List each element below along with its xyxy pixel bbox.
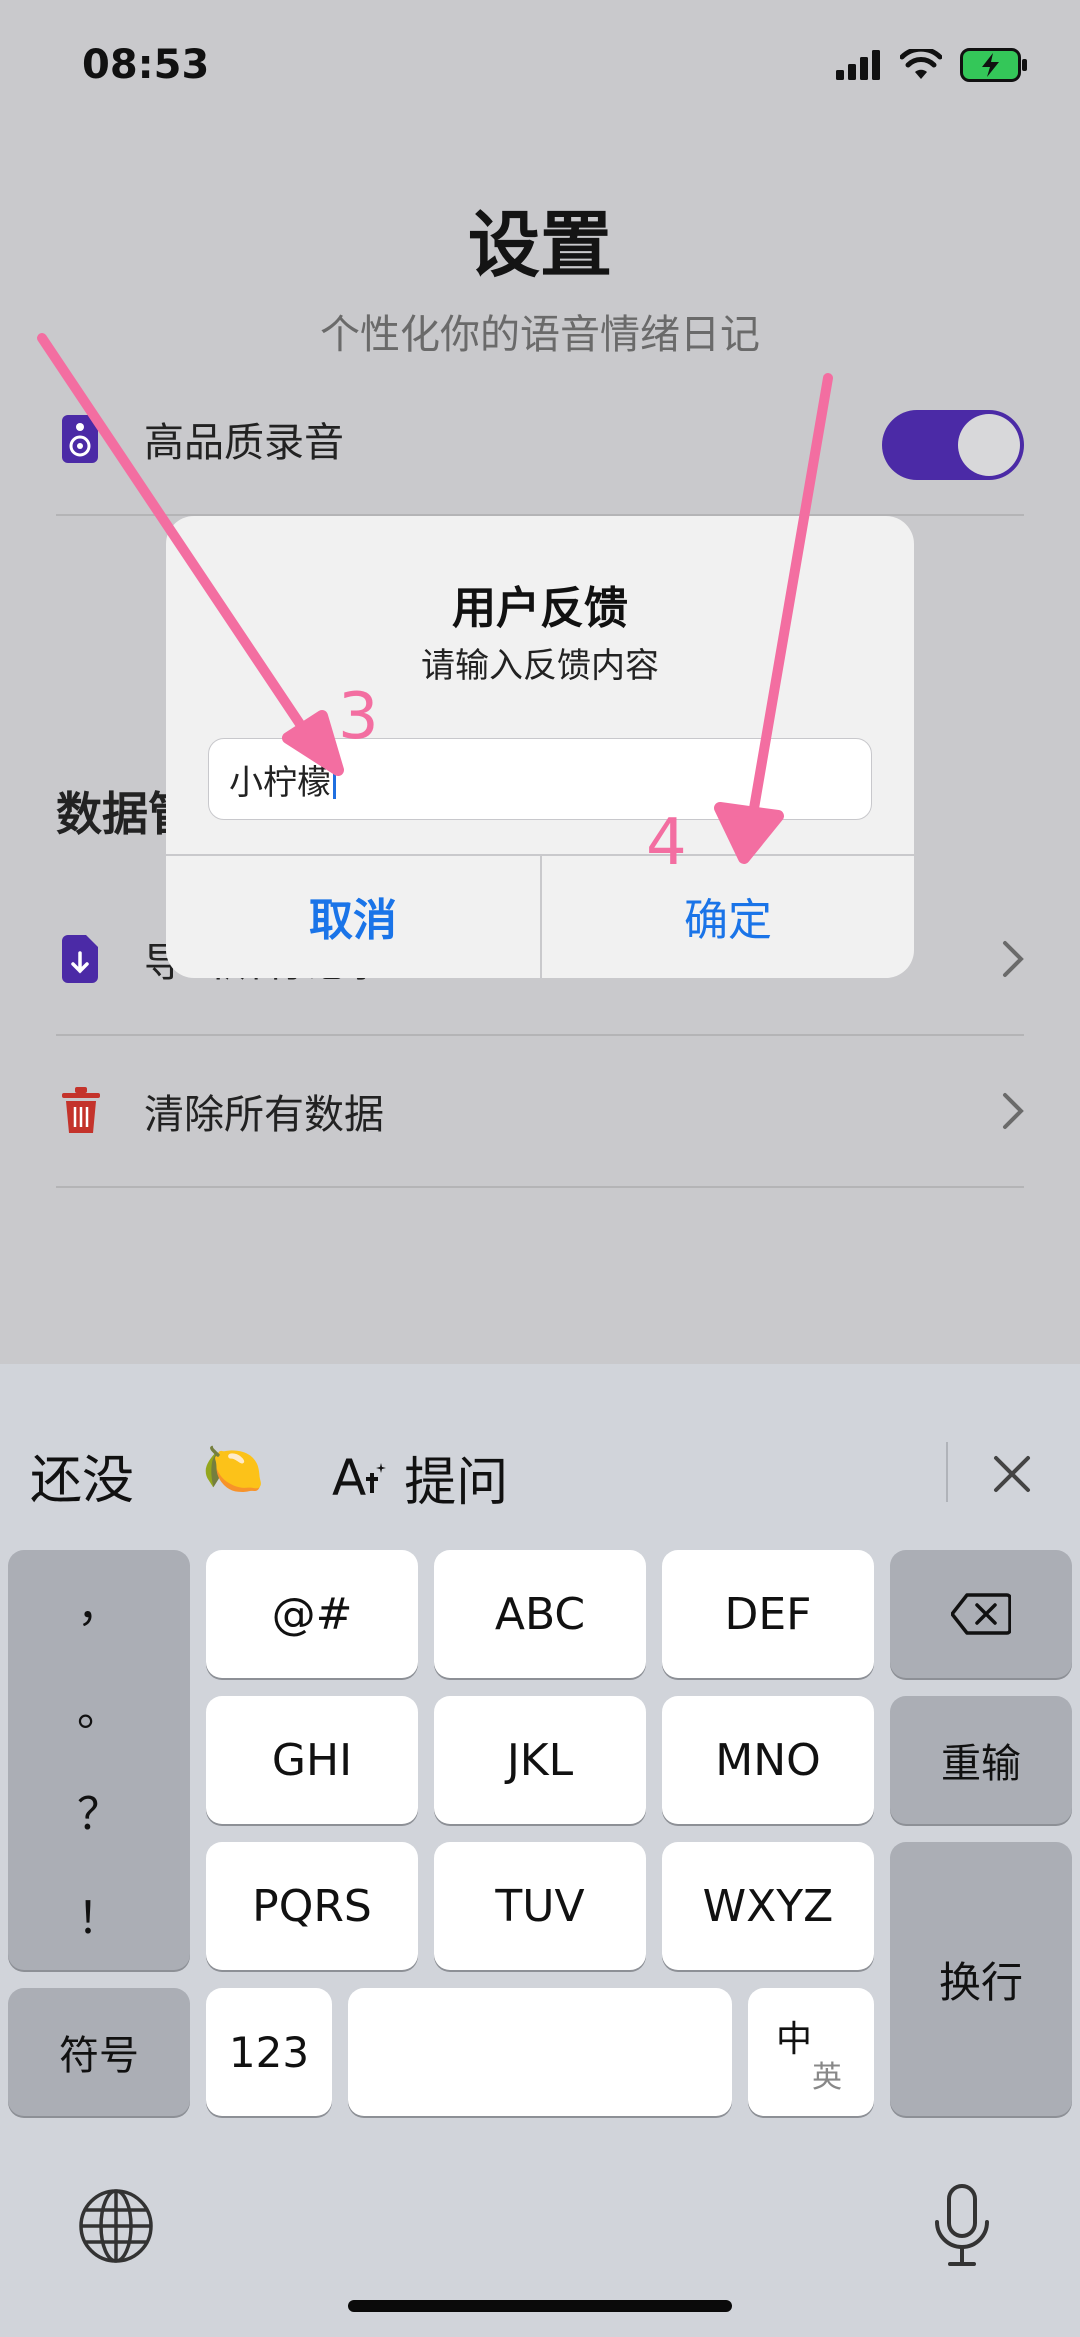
- lang-sub-label: 英: [812, 2060, 842, 2095]
- suggestion-divider: [946, 1442, 948, 1502]
- annotation-step-4: 4: [646, 806, 687, 880]
- home-indicator[interactable]: [348, 2300, 732, 2312]
- arrowhead-step-4: [714, 802, 784, 864]
- ai-icon-label: A: [332, 1448, 367, 1507]
- key-pqrs[interactable]: PQRS: [206, 1842, 418, 1970]
- settings-row-clear-data[interactable]: 清除所有数据: [56, 1036, 1024, 1188]
- numbers-key[interactable]: 123: [206, 1988, 332, 2116]
- key-ghi[interactable]: GHI: [206, 1696, 418, 1824]
- key-def[interactable]: DEF: [662, 1550, 874, 1678]
- key-exclamation[interactable]: ！: [8, 1862, 190, 1966]
- key-abc[interactable]: ABC: [434, 1550, 646, 1678]
- close-suggestions-icon[interactable]: [992, 1454, 1032, 1498]
- key-wxyz[interactable]: WXYZ: [662, 1842, 874, 1970]
- space-key[interactable]: [348, 1988, 732, 2116]
- backspace-key[interactable]: [890, 1550, 1072, 1678]
- key-symbols-at[interactable]: @#: [206, 1550, 418, 1678]
- enter-key[interactable]: 换行: [890, 1842, 1072, 2116]
- clear-data-label: 清除所有数据: [144, 1092, 384, 1138]
- suggestion-emoji[interactable]: 🍋: [202, 1440, 264, 1499]
- key-mno[interactable]: MNO: [662, 1696, 874, 1824]
- ai-sparkle-icon: [366, 1462, 387, 1493]
- key-question[interactable]: ？: [8, 1758, 190, 1862]
- language-switch-key[interactable]: 中 英: [748, 1988, 874, 2116]
- suggestion-ask: 提问: [404, 1453, 509, 1513]
- key-jkl[interactable]: JKL: [434, 1696, 646, 1824]
- key-comma[interactable]: ，: [8, 1550, 190, 1654]
- annotation-arrows: [37, 333, 833, 864]
- lang-main-label: 中: [776, 2019, 813, 2060]
- trash-icon: [62, 1087, 112, 1135]
- suggestion-1[interactable]: 还没: [30, 1438, 134, 1513]
- backspace-icon: [951, 1593, 1011, 1635]
- globe-icon[interactable]: [78, 2188, 154, 2268]
- ai-ask-button[interactable]: A 提问: [332, 1440, 508, 1515]
- chevron-right-icon: [994, 1092, 1024, 1130]
- microphone-icon[interactable]: [932, 2184, 992, 2272]
- annotation-step-3: 3: [338, 680, 379, 754]
- key-tuv[interactable]: TUV: [434, 1842, 646, 1970]
- retype-key[interactable]: 重输: [890, 1696, 1072, 1824]
- arrow-step-4: [747, 373, 833, 825]
- key-period[interactable]: 。: [8, 1654, 190, 1758]
- punctuation-column: ， 。 ？ ！: [8, 1550, 190, 1970]
- arrow-step-3: [37, 333, 317, 747]
- symbols-key[interactable]: 符号: [8, 1988, 190, 2116]
